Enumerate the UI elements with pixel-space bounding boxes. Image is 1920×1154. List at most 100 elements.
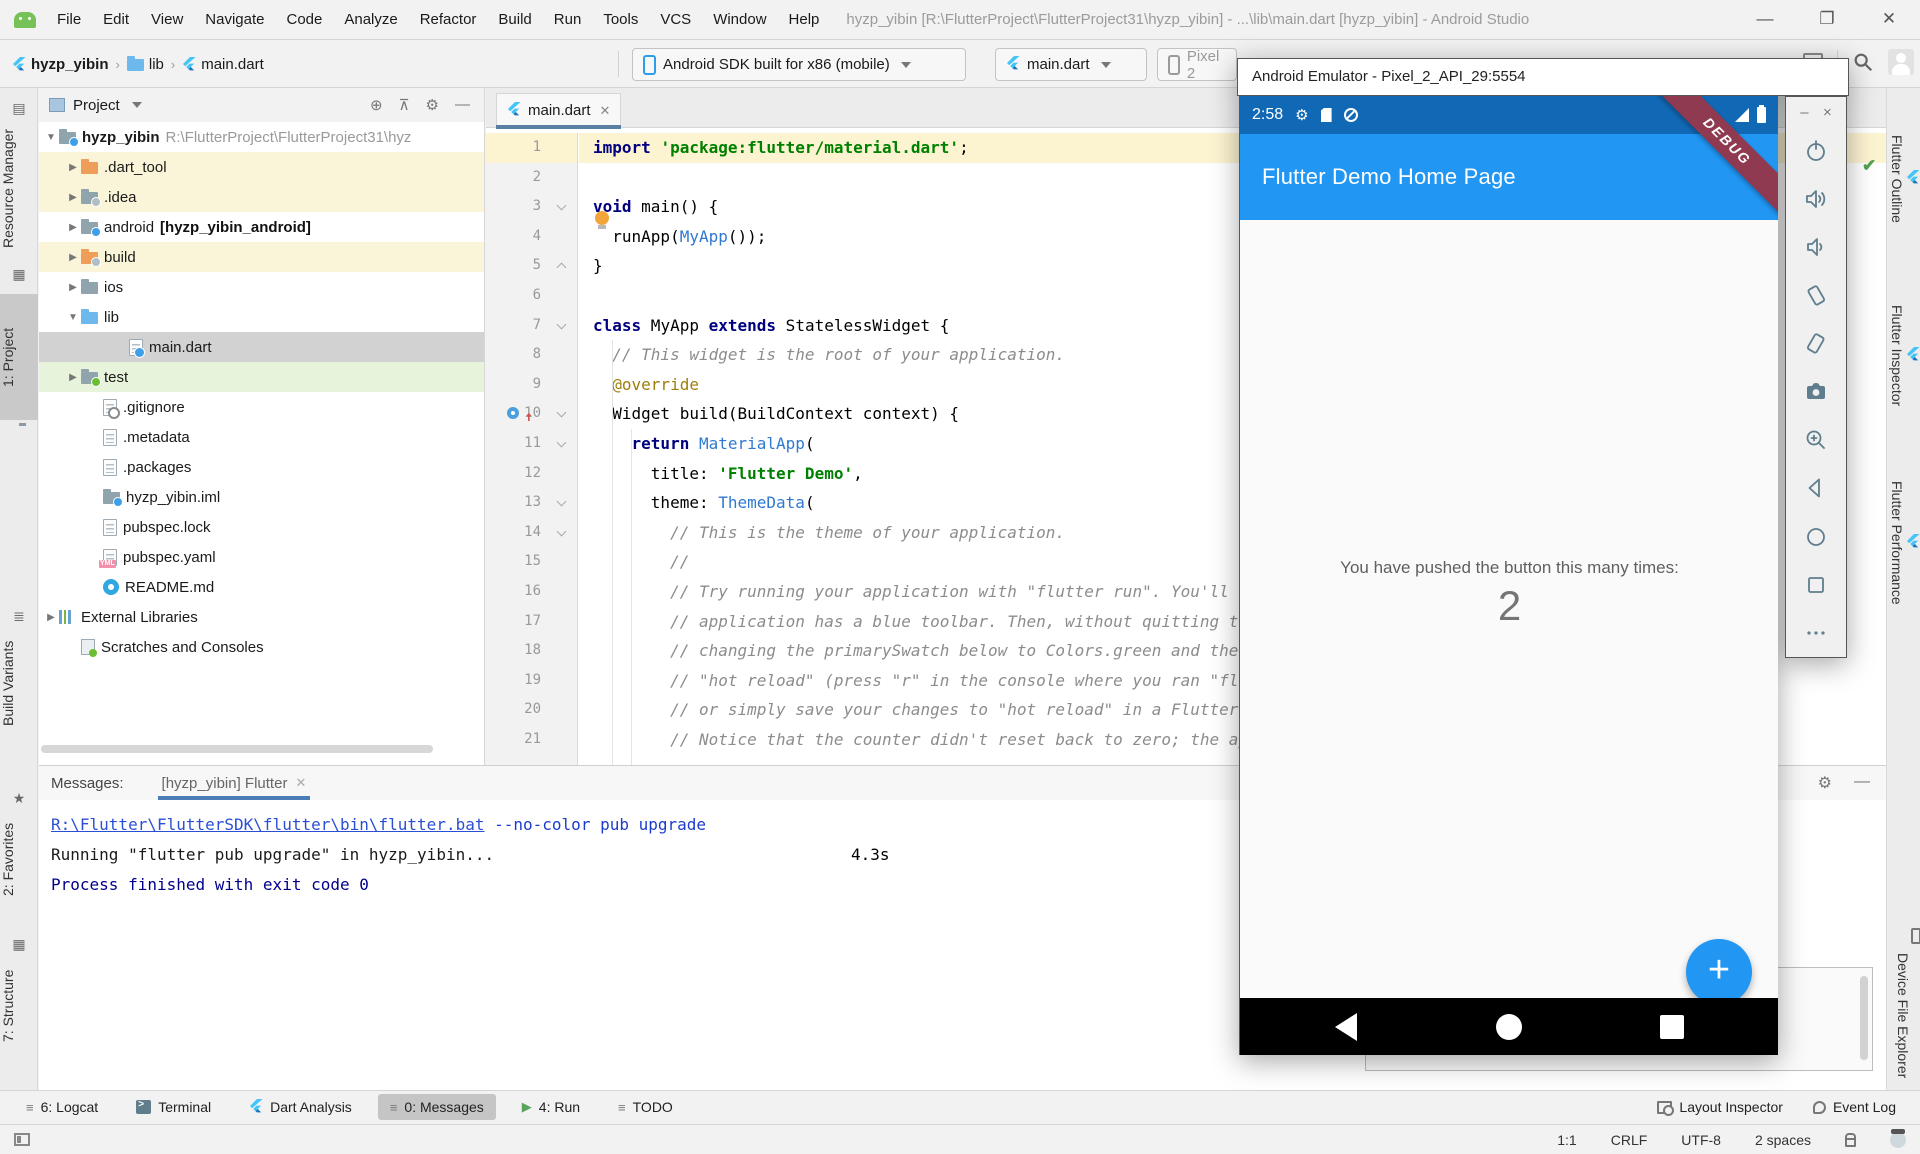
gutter-line-11[interactable]: 11 <box>486 429 577 459</box>
fold-marker-icon[interactable] <box>557 408 567 418</box>
indent-size[interactable]: 2 spaces <box>1755 1132 1811 1148</box>
tree-item--idea[interactable]: ▶.idea <box>39 182 484 212</box>
emulator-home-button[interactable] <box>1786 513 1846 561</box>
tree-item--gitignore[interactable]: .gitignore <box>39 392 484 422</box>
locate-file-icon[interactable]: ⊕ <box>370 96 383 114</box>
emulator-rotate-right-button[interactable] <box>1786 320 1846 368</box>
minimize-window-icon[interactable]: — <box>1734 0 1796 40</box>
gutter-line-21[interactable]: 21 <box>486 725 577 755</box>
gutter-line-15[interactable]: 15 <box>486 547 577 577</box>
stripe-tab-device-file-explorer[interactable]: Device File Explorer <box>1887 928 1920 1103</box>
gutter-line-16[interactable]: 16 <box>486 577 577 607</box>
tree-item--packages[interactable]: .packages <box>39 452 484 482</box>
gutter-line-6[interactable]: 6 <box>486 281 577 311</box>
gutter-line-14[interactable]: 14 <box>486 518 577 548</box>
project-view-selector[interactable]: Project <box>73 97 120 114</box>
menu-item-refactor[interactable]: Refactor <box>409 0 488 40</box>
stripe-tab-build-variants[interactable]: Build Variants <box>0 628 38 738</box>
tree-collapse-arrow-icon[interactable]: ▶ <box>43 612 59 623</box>
console-link[interactable]: R:\Flutter\FlutterSDK\flutter\bin\flutte… <box>51 815 484 834</box>
emulator-overview-button[interactable] <box>1786 561 1846 609</box>
tree-item-hyzp-yibin-iml[interactable]: hyzp_yibin.iml <box>39 482 484 512</box>
menu-item-code[interactable]: Code <box>275 0 333 40</box>
menu-item-view[interactable]: View <box>140 0 194 40</box>
toolwindow-toggle-icon[interactable] <box>14 1133 30 1146</box>
gear-icon[interactable]: ⚙ <box>426 96 439 114</box>
tree-expand-arrow-icon[interactable]: ▼ <box>43 132 59 143</box>
tree-item-pubspec-lock[interactable]: pubspec.lock <box>39 512 484 542</box>
bottom-tab-dart-analysis[interactable]: Dart Analysis <box>237 1094 364 1120</box>
gutter-line-4[interactable]: 4 <box>486 222 577 252</box>
increment-fab-button[interactable]: + <box>1686 939 1752 1005</box>
gutter-line-17[interactable]: 17 <box>486 607 577 637</box>
nav-home-icon[interactable] <box>1496 1014 1522 1040</box>
menu-item-navigate[interactable]: Navigate <box>194 0 275 40</box>
close-tab-icon[interactable]: ✕ <box>600 103 611 119</box>
emulator-title-bar[interactable]: Android Emulator - Pixel_2_API_29:5554 <box>1237 58 1849 96</box>
stripe-tab-project[interactable]: 1: Project <box>0 294 38 420</box>
device-mirror-button[interactable]: Pixel 2 <box>1157 48 1237 81</box>
emulator-screenshot-button[interactable] <box>1786 368 1846 416</box>
emulator-zoom-button[interactable] <box>1786 416 1846 464</box>
emulator-back-button[interactable] <box>1786 464 1846 512</box>
fold-marker-icon[interactable] <box>557 319 567 329</box>
gutter-line-9[interactable]: 9 <box>486 370 577 400</box>
emulator-rotate-left-button[interactable] <box>1786 272 1846 320</box>
bottom-tab-4-run[interactable]: ▶4: Run <box>510 1094 592 1120</box>
tree-item-test[interactable]: ▶test <box>39 362 484 392</box>
event-log-button[interactable]: Event Log <box>1813 1099 1896 1115</box>
breadcrumb-item-lib[interactable]: lib <box>127 56 164 73</box>
profile-avatar[interactable] <box>1888 49 1914 75</box>
menu-item-edit[interactable]: Edit <box>92 0 140 40</box>
gutter-line-18[interactable]: 18 <box>486 636 577 666</box>
bottom-tab-0-messages[interactable]: ≡0: Messages <box>378 1094 496 1120</box>
fold-marker-icon[interactable] <box>557 437 567 447</box>
stripe-tab-flutter-performance[interactable]: Flutter Performance <box>1887 453 1920 633</box>
gutter-line-10[interactable]: 10↑ <box>486 399 577 429</box>
emulator-close-icon[interactable]: × <box>1823 104 1832 121</box>
tree-item-external-libraries[interactable]: ▶External Libraries <box>39 602 484 632</box>
emulator-volume-up-button[interactable] <box>1786 175 1846 223</box>
line-endings[interactable]: CRLF <box>1611 1132 1648 1148</box>
tree-item-lib[interactable]: ▼lib <box>39 302 484 332</box>
gutter-line-1[interactable]: 1 <box>486 133 577 163</box>
tree-item-android[interactable]: ▶android[hyzp_yibin_android] <box>39 212 484 242</box>
nav-overview-icon[interactable] <box>1660 1015 1684 1039</box>
tool-icon[interactable]: ▦ <box>11 266 27 282</box>
stripe-tab-structure[interactable]: 7: Structure <box>0 956 38 1056</box>
gutter-line-13[interactable]: 13 <box>486 488 577 518</box>
collapse-all-icon[interactable]: ⊼ <box>399 96 410 114</box>
tree-item-hyzp-yibin[interactable]: ▼hyzp_yibinR:\FlutterProject\FlutterProj… <box>39 122 484 152</box>
menu-item-window[interactable]: Window <box>702 0 777 40</box>
stripe-tab-flutter-outline[interactable]: Flutter Outline <box>1887 104 1920 254</box>
encoding[interactable]: UTF-8 <box>1681 1132 1721 1148</box>
horizontal-scrollbar[interactable] <box>41 745 433 753</box>
caret-position[interactable]: 1:1 <box>1557 1132 1576 1148</box>
menu-item-build[interactable]: Build <box>487 0 542 40</box>
search-icon[interactable] <box>1852 51 1874 73</box>
gutter-line-8[interactable]: 8 <box>486 340 577 370</box>
hide-panel-icon[interactable]: — <box>1854 773 1870 793</box>
editor-tab-main-dart[interactable]: main.dart ✕ <box>496 93 621 127</box>
tree-item-scratches-and-consoles[interactable]: Scratches and Consoles <box>39 632 484 662</box>
stripe-tab-flutter-inspector[interactable]: Flutter Inspector <box>1887 278 1920 433</box>
fold-marker-icon[interactable] <box>557 201 567 211</box>
gutter-line-7[interactable]: 7 <box>486 311 577 341</box>
tree-expand-arrow-icon[interactable]: ▼ <box>65 312 81 323</box>
menu-item-help[interactable]: Help <box>778 0 831 40</box>
gutter-line-3[interactable]: 3 <box>486 192 577 222</box>
close-window-icon[interactable]: ✕ <box>1858 0 1920 40</box>
device-selector-dropdown[interactable]: Android SDK built for x86 (mobile) <box>632 48 966 81</box>
breadcrumb-item-hyzp_yibin[interactable]: hyzp_yibin <box>12 56 109 73</box>
close-tab-icon[interactable]: ✕ <box>295 775 306 791</box>
inspections-profile-icon[interactable] <box>1890 1132 1906 1148</box>
stripe-tab-resource-manager[interactable]: Resource Manager <box>0 118 38 258</box>
gutter-line-2[interactable]: 2 <box>486 163 577 193</box>
tree-item-ios[interactable]: ▶ios <box>39 272 484 302</box>
tree-collapse-arrow-icon[interactable]: ▶ <box>65 252 81 263</box>
inspections-ok-icon[interactable]: ✔ <box>1862 156 1876 176</box>
tree-item--dart-tool[interactable]: ▶.dart_tool <box>39 152 484 182</box>
gutter-line-20[interactable]: 20 <box>486 695 577 725</box>
layout-inspector-button[interactable]: Layout Inspector <box>1657 1099 1783 1115</box>
fold-marker-icon[interactable] <box>557 263 567 273</box>
